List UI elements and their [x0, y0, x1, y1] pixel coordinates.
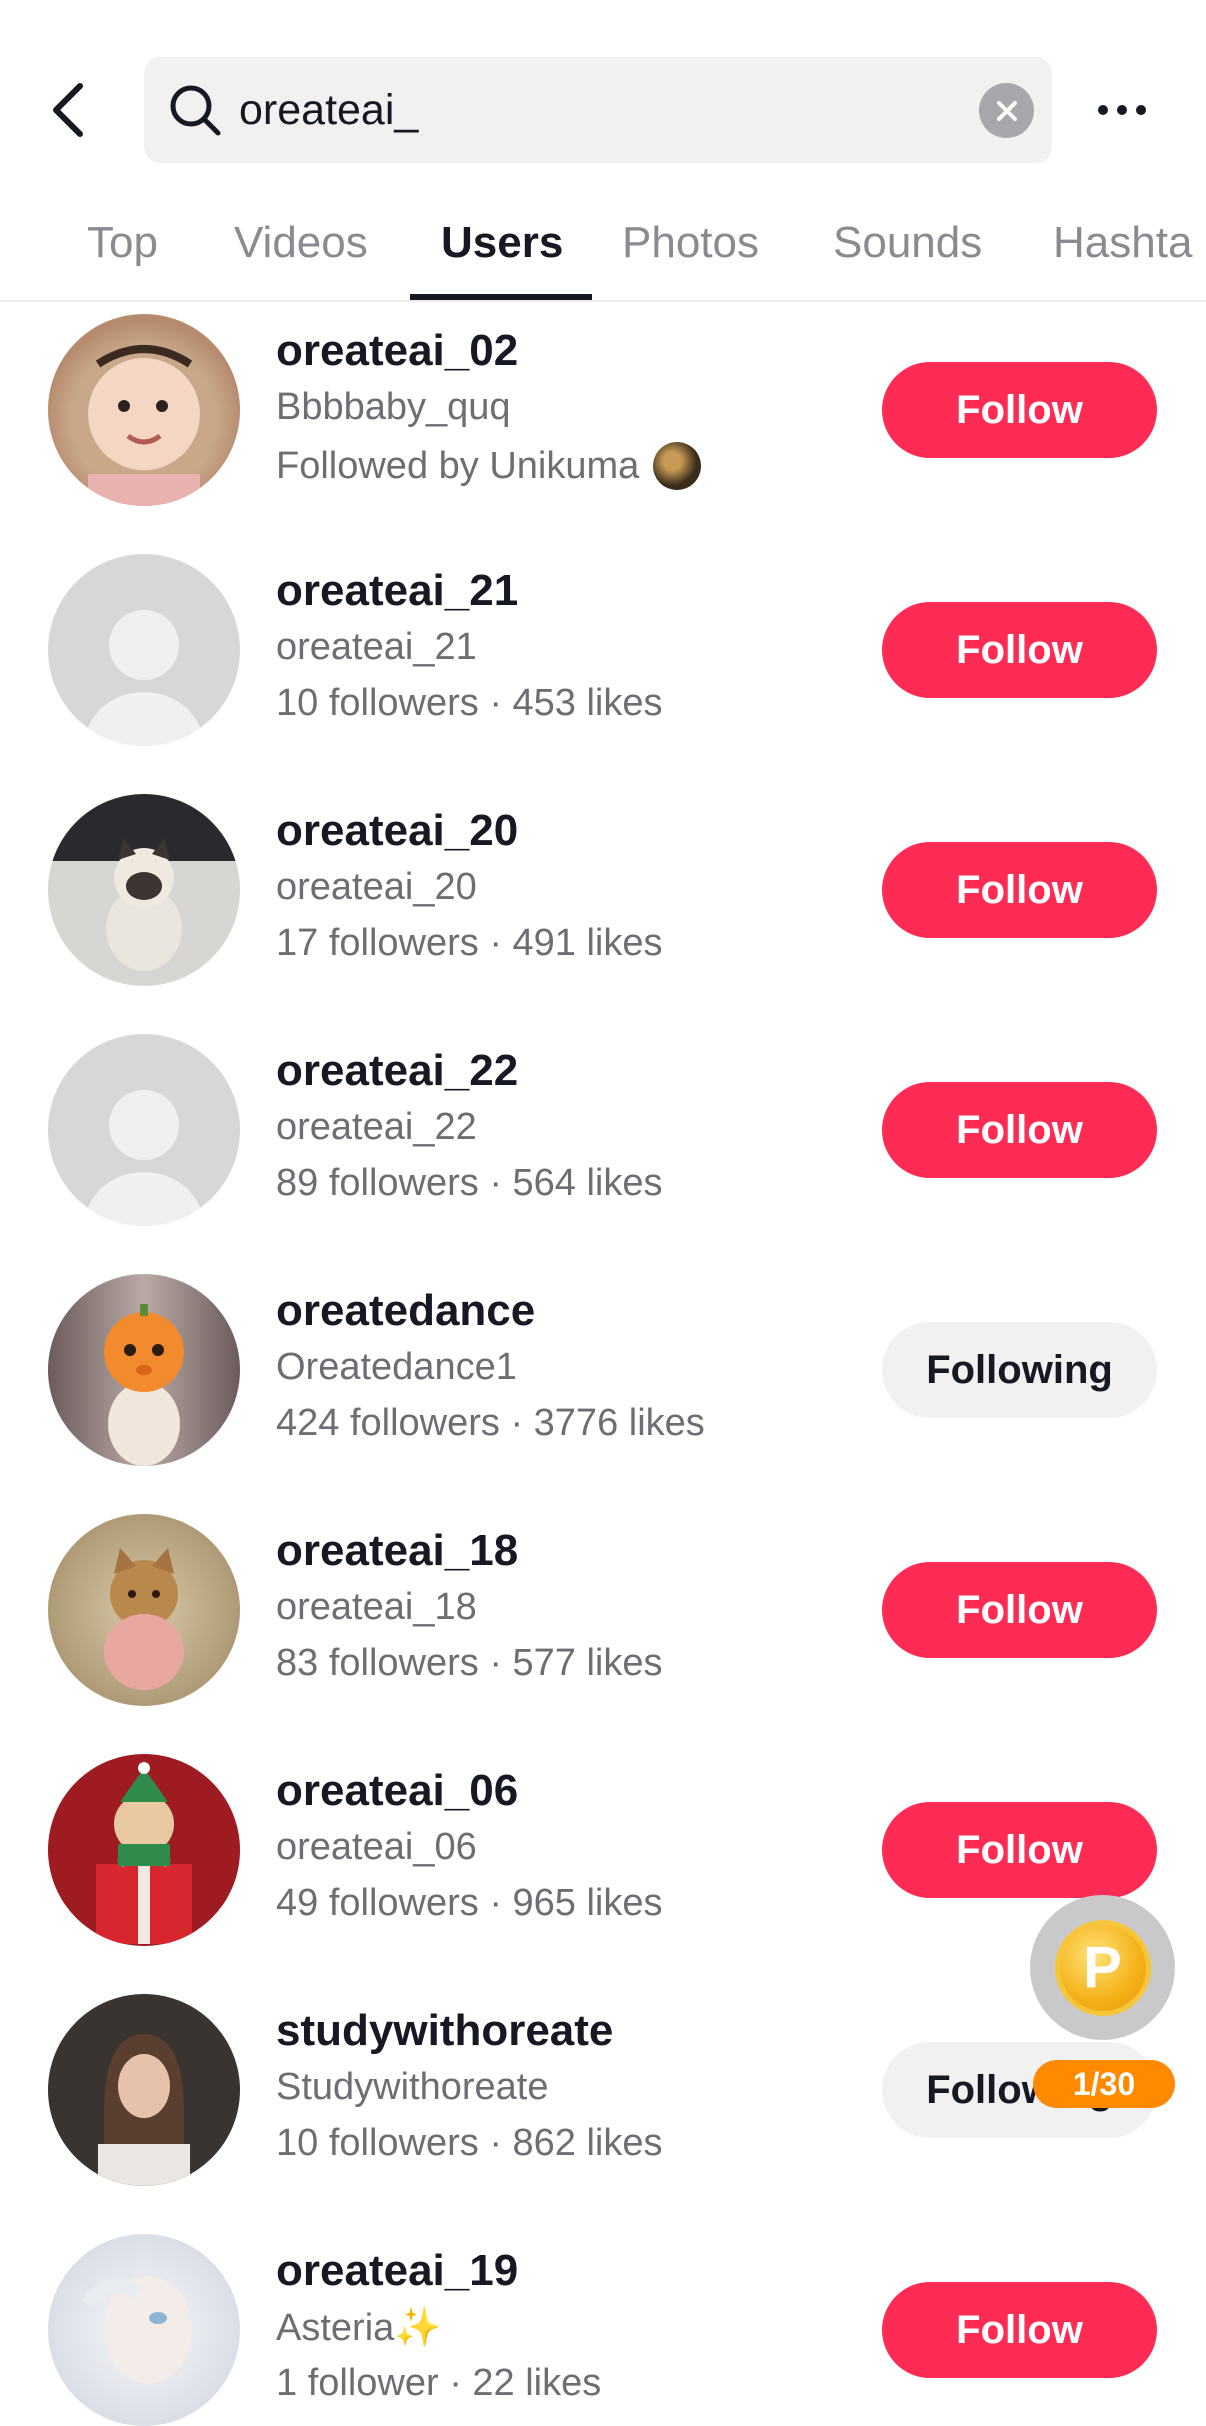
user-handle: Studywithoreate	[276, 2066, 549, 2108]
search-tabs: Top Videos Users Photos Sounds Hashta	[0, 190, 1206, 302]
user-name[interactable]: oreateai_18	[276, 1526, 518, 1576]
search-input[interactable]	[239, 75, 959, 145]
default-avatar-body	[84, 692, 204, 746]
user-handle: oreateai_20	[276, 866, 477, 908]
tab-photos[interactable]: Photos	[622, 218, 759, 268]
user-stats: 17 followers · 491 likes	[276, 922, 663, 964]
reward-coin-button[interactable]: P	[1030, 1895, 1175, 2040]
follow-button[interactable]: Follow	[882, 362, 1157, 458]
avatar[interactable]	[48, 1994, 240, 2186]
cat-photo	[106, 838, 182, 971]
coin-icon: P	[1054, 1919, 1151, 2016]
user-name[interactable]: oreateai_02	[276, 326, 518, 376]
list-item[interactable]: oreateai_20 oreateai_20 17 followers · 4…	[0, 784, 1206, 1024]
user-handle: Asteria✨	[276, 2307, 442, 2349]
tab-users[interactable]: Users	[441, 218, 563, 268]
user-stats: 49 followers · 965 likes	[276, 1882, 663, 1924]
user-name[interactable]: oreateai_21	[276, 566, 518, 616]
following-button[interactable]: Following	[882, 1322, 1157, 1418]
default-avatar-head	[109, 610, 179, 680]
tab-videos[interactable]: Videos	[234, 218, 368, 268]
more-dot-icon	[1117, 105, 1127, 115]
christmas-cat-photo	[96, 1762, 192, 1944]
user-stats: 10 followers · 862 likes	[276, 2122, 663, 2164]
follow-button[interactable]: Follow	[882, 1802, 1157, 1898]
list-item[interactable]: oreateai_18 oreateai_18 83 followers · 5…	[0, 1504, 1206, 1744]
character-photo	[104, 1304, 184, 1466]
person-photo	[98, 2034, 190, 2186]
avatar[interactable]	[48, 794, 240, 986]
user-handle: Oreatedance1	[276, 1346, 517, 1388]
chevron-left-icon	[53, 83, 83, 137]
user-handle: oreateai_22	[276, 1106, 477, 1148]
avatar[interactable]	[48, 1754, 240, 1946]
list-item[interactable]: oreateai_22 oreateai_22 89 followers · 5…	[0, 1024, 1206, 1264]
user-name[interactable]: studywithoreate	[276, 2006, 613, 2056]
list-item[interactable]: oreateai_19 Asteria✨ 1 follower · 22 lik…	[0, 2224, 1206, 2426]
list-item[interactable]: oreateai_06 oreateai_06 49 followers · 9…	[0, 1744, 1206, 1984]
user-handle: Bbbbaby_quq	[276, 386, 511, 428]
user-name[interactable]: oreateai_19	[276, 2246, 518, 2296]
list-item[interactable]: oreateai_02 Bbbbaby_quq Followed by Unik…	[0, 304, 1206, 544]
default-avatar-body	[84, 1172, 204, 1226]
user-stats: 89 followers · 564 likes	[276, 1162, 663, 1204]
avatar[interactable]	[48, 314, 240, 506]
back-button[interactable]	[38, 75, 98, 145]
more-dot-icon	[1098, 105, 1108, 115]
clear-search-button[interactable]	[979, 83, 1034, 138]
list-item[interactable]: studywithoreate Studywithoreate 10 follo…	[0, 1984, 1206, 2224]
follow-button[interactable]: Follow	[882, 2282, 1157, 2378]
top-bar	[0, 0, 1206, 190]
avatar[interactable]	[48, 1274, 240, 1466]
mutual-follower-avatar	[653, 442, 702, 490]
person-photo	[82, 2276, 192, 2384]
baby-photo	[88, 345, 200, 506]
follow-button[interactable]: Follow	[882, 602, 1157, 698]
followed-by-text: Followed by Unikuma	[276, 444, 640, 487]
close-icon	[996, 100, 1017, 121]
avatar[interactable]	[48, 1514, 240, 1706]
follow-button[interactable]: Follow	[882, 1562, 1157, 1658]
avatar[interactable]	[48, 1034, 240, 1226]
list-item[interactable]: oreatedance Oreatedance1 424 followers ·…	[0, 1264, 1206, 1504]
tab-top[interactable]: Top	[87, 218, 158, 268]
user-stats: 10 followers · 453 likes	[276, 682, 663, 724]
active-tab-indicator	[410, 294, 592, 300]
tab-sounds[interactable]: Sounds	[833, 218, 982, 268]
user-stats: 83 followers · 577 likes	[276, 1642, 663, 1684]
user-name[interactable]: oreatedance	[276, 1286, 535, 1336]
list-item[interactable]: oreateai_21 oreateai_21 10 followers · 4…	[0, 544, 1206, 784]
user-stats: 1 follower · 22 likes	[276, 2362, 602, 2404]
search-bar[interactable]	[144, 57, 1052, 163]
follow-button[interactable]: Follow	[882, 842, 1157, 938]
follow-button[interactable]: Follow	[882, 1082, 1157, 1178]
user-name[interactable]: oreateai_06	[276, 1766, 518, 1816]
reward-progress-badge: 1/30	[1033, 2060, 1175, 2108]
user-handle: oreateai_06	[276, 1826, 477, 1868]
user-stats: Followed by Unikuma	[276, 442, 702, 490]
more-options-button[interactable]	[1090, 80, 1154, 140]
user-handle: oreateai_18	[276, 1586, 477, 1628]
avatar[interactable]	[48, 2234, 240, 2426]
user-stats: 424 followers · 3776 likes	[276, 1402, 705, 1444]
tab-hashtags[interactable]: Hashta	[1053, 218, 1192, 268]
more-dot-icon	[1136, 105, 1146, 115]
default-avatar-head	[109, 1090, 179, 1160]
search-icon	[170, 85, 221, 136]
avatar[interactable]	[48, 554, 240, 746]
user-name[interactable]: oreateai_22	[276, 1046, 518, 1096]
user-name[interactable]: oreateai_20	[276, 806, 518, 856]
user-handle: oreateai_21	[276, 626, 477, 668]
cat-photo	[104, 1548, 184, 1690]
